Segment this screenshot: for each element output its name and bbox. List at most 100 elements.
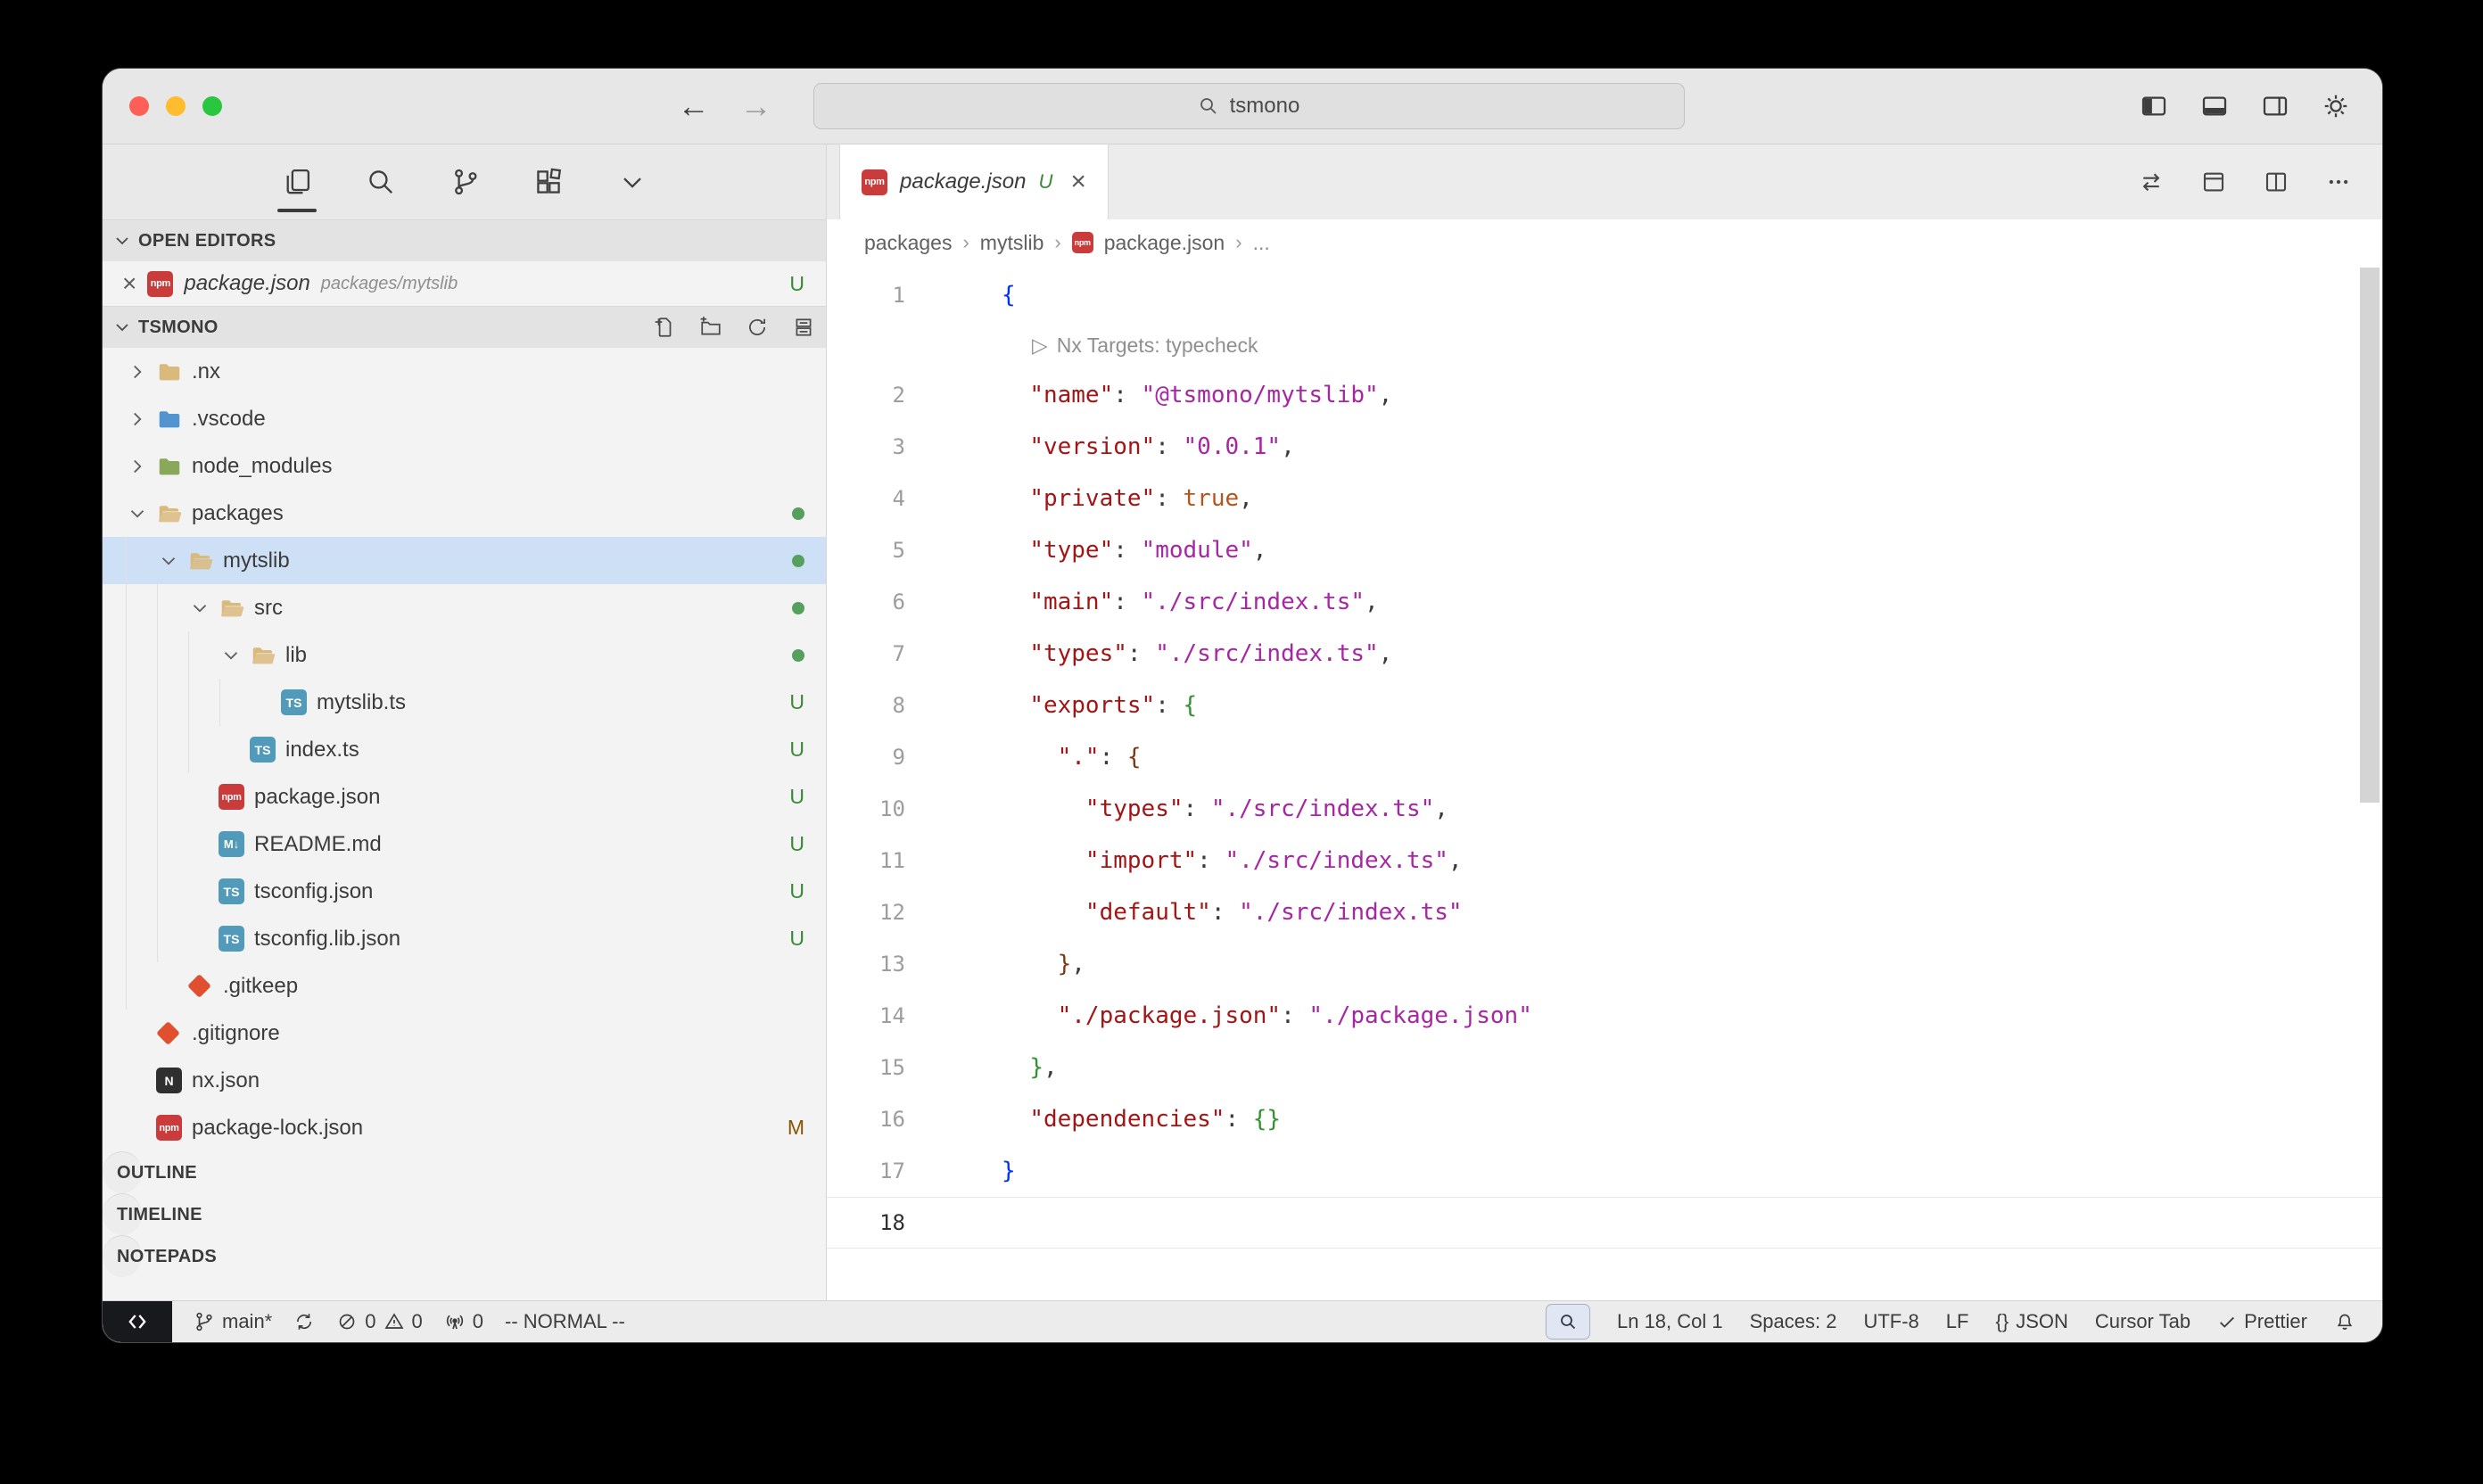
- tree-item-package.json[interactable]: npmpackage.jsonU: [103, 773, 826, 820]
- zoom-indicator[interactable]: [1546, 1304, 1590, 1340]
- code-line-14[interactable]: 14 "./package.json": "./package.json": [827, 990, 2382, 1042]
- workspace-header[interactable]: TSMONO: [103, 306, 826, 348]
- cursor-position[interactable]: Ln 18, Col 1: [1617, 1310, 1723, 1333]
- sync-changes-button[interactable]: [293, 1311, 315, 1332]
- token: "@tsmono/mytslib": [1142, 382, 1379, 408]
- problems-item[interactable]: 0 0: [336, 1310, 423, 1333]
- breadcrumb-symbol-ellipsis[interactable]: ...: [1253, 231, 1270, 255]
- vim-mode-indicator[interactable]: -- NORMAL --: [505, 1310, 625, 1333]
- command-center-search[interactable]: tsmono: [813, 83, 1685, 129]
- notepads-section-header[interactable]: NOTEPADS: [103, 1235, 142, 1277]
- timeline-section-header[interactable]: TIMELINE: [103, 1193, 142, 1235]
- toggle-secondary-sidebar-icon[interactable]: [2261, 92, 2289, 120]
- line-col-text: Ln 18, Col 1: [1617, 1310, 1723, 1333]
- breadcrumb-packages[interactable]: packages: [864, 231, 952, 255]
- open-editors-header[interactable]: OPEN EDITORS: [103, 219, 826, 261]
- code-line-8[interactable]: 8 "exports": {: [827, 680, 2382, 731]
- code-line-6[interactable]: 6 "main": "./src/index.ts",: [827, 576, 2382, 628]
- extensions-icon[interactable]: [529, 144, 568, 219]
- code-line-3[interactable]: 3 "version": "0.0.1",: [827, 421, 2382, 473]
- code-line-4[interactable]: 4 "private": true,: [827, 473, 2382, 524]
- new-file-icon[interactable]: [653, 316, 676, 339]
- settings-gear-icon[interactable]: [2322, 92, 2350, 120]
- code-line-16[interactable]: 16 "dependencies": {}: [827, 1093, 2382, 1145]
- search-view-icon[interactable]: [361, 144, 400, 219]
- close-window-button[interactable]: [129, 96, 149, 116]
- token: :: [1100, 744, 1114, 771]
- minimize-window-button[interactable]: [166, 96, 186, 116]
- ports-item[interactable]: 0: [444, 1310, 483, 1333]
- tree-item-label: mytslib.ts: [317, 690, 406, 715]
- tab-package-json[interactable]: npm package.json U ×: [839, 144, 1109, 219]
- codelens-action[interactable]: ▷Nx Targets: typecheck: [943, 321, 1258, 369]
- indent-guide: [219, 679, 251, 726]
- outline-section-header[interactable]: OUTLINE: [103, 1151, 142, 1193]
- maximize-window-button[interactable]: [202, 96, 222, 116]
- source-control-icon[interactable]: [445, 144, 484, 219]
- cursor-tab-toggle[interactable]: Cursor Tab: [2095, 1310, 2190, 1333]
- indentation-setting[interactable]: Spaces: 2: [1750, 1310, 1837, 1333]
- more-actions-icon[interactable]: [2325, 169, 2352, 195]
- tree-item-nx.json[interactable]: Nnx.json: [103, 1057, 826, 1104]
- code-line-17[interactable]: 17}: [827, 1145, 2382, 1197]
- collapse-all-icon[interactable]: [792, 316, 815, 339]
- code-line-12[interactable]: 12 "default": "./src/index.ts": [827, 886, 2382, 938]
- toggle-panel-icon[interactable]: [2200, 92, 2229, 120]
- eol-setting[interactable]: LF: [1946, 1310, 1969, 1333]
- open-folder-icon: [187, 548, 223, 574]
- code-line-5[interactable]: 5 "type": "module",: [827, 524, 2382, 576]
- open-folder-icon: [219, 595, 254, 622]
- code-line-11[interactable]: 11 "import": "./src/index.ts",: [827, 835, 2382, 886]
- code-line-9[interactable]: 9 ".": {: [827, 731, 2382, 783]
- open-changes-icon[interactable]: [2138, 169, 2165, 195]
- breadcrumb-package-json[interactable]: package.json: [1104, 231, 1225, 255]
- tree-item-packages[interactable]: packages: [103, 490, 826, 537]
- close-editor-icon[interactable]: ×: [122, 271, 136, 296]
- tree-item-.vscode[interactable]: .vscode: [103, 395, 826, 442]
- code-line-10[interactable]: 10 "types": "./src/index.ts",: [827, 783, 2382, 835]
- close-tab-icon[interactable]: ×: [1070, 169, 1086, 195]
- code-line-7[interactable]: 7 "types": "./src/index.ts",: [827, 628, 2382, 680]
- open-preview-icon[interactable]: [2200, 169, 2227, 195]
- tree-item-mytslib[interactable]: mytslib: [103, 537, 826, 584]
- code-editor[interactable]: 1{▷Nx Targets: typecheck2 "name": "@tsmo…: [827, 266, 2382, 1300]
- language-mode[interactable]: {} JSON: [1995, 1310, 2067, 1333]
- remote-indicator[interactable]: [103, 1301, 172, 1342]
- code-line-18[interactable]: 18: [827, 1197, 2382, 1249]
- eol-text: LF: [1946, 1310, 1969, 1333]
- formatter-item[interactable]: Prettier: [2217, 1310, 2307, 1333]
- tree-item-.gitkeep[interactable]: .gitkeep: [103, 962, 826, 1010]
- back-button[interactable]: ←: [678, 90, 710, 122]
- editor-scrollbar[interactable]: [2360, 268, 2380, 803]
- open-editor-item[interactable]: × npm package.json packages/mytslib U: [103, 261, 826, 306]
- code-line-15[interactable]: 15 },: [827, 1042, 2382, 1093]
- tree-item-tsconfig.lib.json[interactable]: TStsconfig.lib.jsonU: [103, 915, 826, 962]
- tree-item-.nx[interactable]: .nx: [103, 348, 826, 395]
- refresh-explorer-icon[interactable]: [746, 316, 769, 339]
- encoding-setting[interactable]: UTF-8: [1863, 1310, 1918, 1333]
- tree-item-tsconfig.json[interactable]: TStsconfig.jsonU: [103, 868, 826, 915]
- split-editor-icon[interactable]: [2263, 169, 2289, 195]
- codelens-row[interactable]: ▷Nx Targets: typecheck: [827, 321, 2382, 369]
- tree-item-mytslib.ts[interactable]: TSmytslib.tsU: [103, 679, 826, 726]
- git-branch-item[interactable]: main*: [194, 1310, 272, 1333]
- tree-item-README.md[interactable]: M↓README.mdU: [103, 820, 826, 868]
- breadcrumb-mytslib[interactable]: mytslib: [980, 231, 1044, 255]
- forward-button[interactable]: →: [740, 90, 772, 122]
- code-line-1[interactable]: 1{: [827, 269, 2382, 321]
- code-line-2[interactable]: 2 "name": "@tsmono/mytslib",: [827, 369, 2382, 421]
- tree-item-package-lock.json[interactable]: npmpackage-lock.jsonM: [103, 1104, 826, 1151]
- more-views-chevron-icon[interactable]: [613, 144, 652, 219]
- tree-item-.gitignore[interactable]: .gitignore: [103, 1010, 826, 1057]
- toggle-primary-sidebar-icon[interactable]: [2140, 92, 2168, 120]
- tree-item-src[interactable]: src: [103, 584, 826, 631]
- notifications-bell-icon[interactable]: [2334, 1311, 2355, 1332]
- tree-item-node_modules[interactable]: node_modules: [103, 442, 826, 490]
- tree-item-index.ts[interactable]: TSindex.tsU: [103, 726, 826, 773]
- code-line-13[interactable]: 13 },: [827, 938, 2382, 990]
- explorer-icon[interactable]: [277, 144, 317, 219]
- tree-item-lib[interactable]: lib: [103, 631, 826, 679]
- spaces-text: Spaces: 2: [1750, 1310, 1837, 1333]
- new-folder-icon[interactable]: [699, 316, 722, 339]
- indent-guide: [188, 631, 219, 679]
